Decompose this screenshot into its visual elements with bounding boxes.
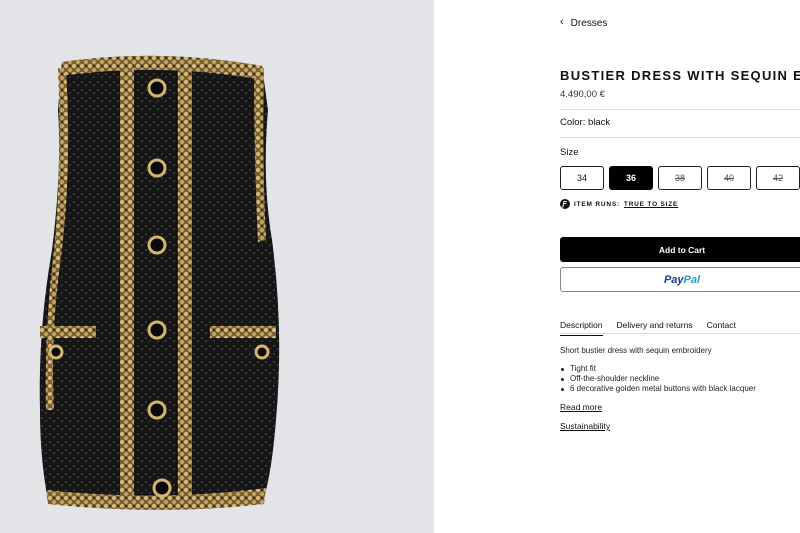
bullet-text: Off-the-shoulder neckline	[570, 374, 660, 383]
size-option-36[interactable]: 36	[609, 166, 653, 190]
color-label: Color:	[560, 117, 586, 128]
fit-icon: ƒ	[560, 199, 570, 209]
size-selector: 34 36 38 40 42	[560, 166, 800, 190]
color-row: Color: black	[560, 117, 610, 128]
product-image-panel	[0, 0, 434, 533]
product-info-panel: ‹ Dresses BUSTIER DRESS WITH SEQUIN EMBR…	[560, 0, 800, 533]
size-option-label: 40	[723, 173, 734, 183]
size-option-label: 38	[674, 173, 685, 183]
read-more-link[interactable]: Read more	[560, 402, 602, 412]
description-summary: Short bustier dress with sequin embroide…	[560, 346, 712, 355]
bullet-text: 6 decorative golden metal buttons with b…	[570, 384, 756, 393]
color-value: black	[587, 117, 611, 128]
divider	[560, 109, 800, 110]
fit-prefix: ITEM RUNS:	[574, 200, 620, 208]
chevron-left-icon: ‹	[560, 16, 564, 28]
bullet-icon	[561, 388, 564, 391]
fit-info: ƒ ITEM RUNS: TRUE TO SIZE	[560, 199, 678, 209]
bullet-text: Tight fit	[570, 364, 596, 373]
size-option-38[interactable]: 38	[658, 166, 702, 190]
product-title: BUSTIER DRESS WITH SEQUIN EMBR	[560, 68, 800, 83]
sustainability-link[interactable]: Sustainability	[560, 421, 610, 431]
bullet-icon	[561, 378, 564, 381]
true-to-size-link[interactable]: TRUE TO SIZE	[624, 201, 678, 208]
list-item: Tight fit	[560, 364, 756, 374]
size-option-40[interactable]: 40	[707, 166, 751, 190]
list-item: 6 decorative golden metal buttons with b…	[560, 384, 756, 394]
size-option-42[interactable]: 42	[756, 166, 800, 190]
product-price: 4.490,00 €	[560, 89, 605, 100]
description-bullets: Tight fit Off-the-shoulder neckline 6 de…	[560, 364, 756, 394]
paypal-button[interactable]: Pay Pal	[560, 267, 800, 292]
breadcrumb[interactable]: ‹ Dresses	[560, 16, 608, 29]
divider	[560, 137, 800, 138]
paypal-logo-pay: Pay	[663, 273, 684, 286]
size-option-label: 36	[625, 173, 636, 183]
add-to-cart-button[interactable]: Add to Cart	[560, 237, 800, 262]
product-image	[39, 55, 280, 510]
list-item: Off-the-shoulder neckline	[560, 374, 756, 384]
breadcrumb-label: Dresses	[570, 17, 608, 29]
bullet-icon	[561, 368, 564, 371]
size-option-34[interactable]: 34	[560, 166, 604, 190]
size-option-label: 34	[576, 173, 587, 183]
size-label: Size	[560, 147, 579, 158]
divider	[560, 333, 800, 334]
paypal-logo-pal: Pal	[683, 273, 701, 286]
size-option-label: 42	[772, 173, 783, 183]
